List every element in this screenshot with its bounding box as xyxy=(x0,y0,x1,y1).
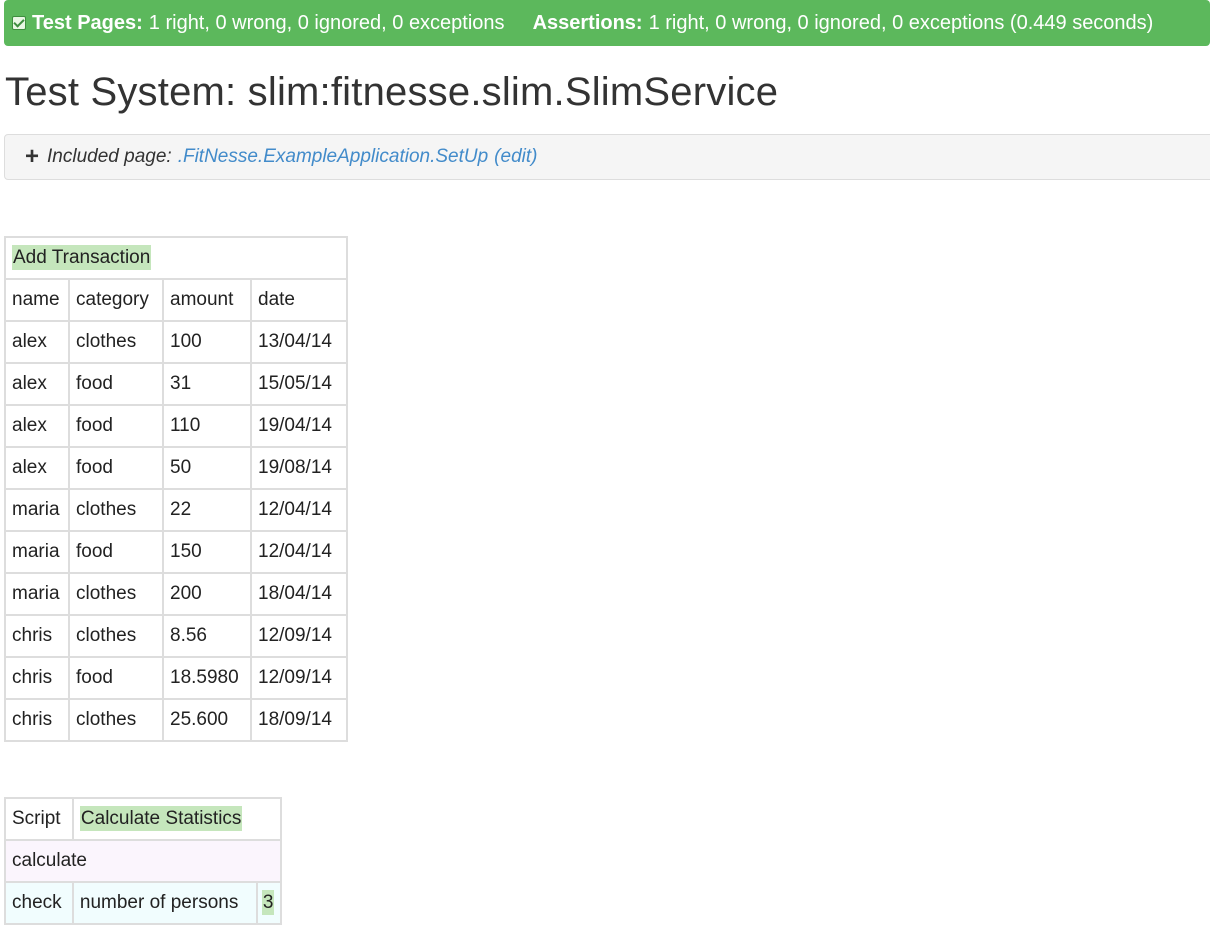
add-transaction-table: Add Transaction name category amount dat… xyxy=(4,236,348,742)
table-title-row: Add Transaction xyxy=(4,236,348,280)
edit-link[interactable]: (edit) xyxy=(494,146,537,168)
table-cell: clothes xyxy=(68,488,164,532)
table-cell: 19/08/14 xyxy=(250,446,348,490)
column-header: name xyxy=(4,278,70,322)
table-cell: food xyxy=(68,656,164,700)
table-cell: chris xyxy=(4,698,70,742)
assertions-label: Assertions: xyxy=(532,11,643,34)
test-pages-value: 1 right, 0 wrong, 0 ignored, 0 exception… xyxy=(148,11,505,34)
script-action: calculate xyxy=(4,839,282,883)
table-cell: 8.56 xyxy=(162,614,252,658)
script-table: Script Calculate Statistics calculate ch… xyxy=(4,797,283,925)
test-summary-bar: Test Pages: 1 right, 0 wrong, 0 ignored,… xyxy=(4,0,1210,46)
assertions-value: 1 right, 0 wrong, 0 ignored, 0 exception… xyxy=(648,11,1154,34)
table-cell: 18/09/14 xyxy=(250,698,348,742)
table-row: chris food 18.5980 12/09/14 xyxy=(4,656,348,700)
table-row: maria clothes 22 12/04/14 xyxy=(4,488,348,532)
assertions-summary: Assertions: 1 right, 0 wrong, 0 ignored,… xyxy=(533,12,1154,35)
table-cell: 18/04/14 xyxy=(250,572,348,616)
table-cell: food xyxy=(68,404,164,448)
column-header: amount xyxy=(162,278,252,322)
table-cell: 50 xyxy=(162,446,252,490)
test-pages-label: Test Pages: xyxy=(32,11,143,34)
fixture-name: Add Transaction xyxy=(12,245,152,270)
table-cell: maria xyxy=(4,530,70,574)
table-cell: 22 xyxy=(162,488,252,532)
table-cell: 12/04/14 xyxy=(250,530,348,574)
table-cell: 200 xyxy=(162,572,252,616)
table-row: maria clothes 200 18/04/14 xyxy=(4,572,348,616)
table-title-cell: Add Transaction xyxy=(4,236,348,280)
script-title-row: Script Calculate Statistics xyxy=(4,797,283,841)
table-cell: 100 xyxy=(162,320,252,364)
included-page-link[interactable]: .FitNesse.ExampleApplication.SetUp xyxy=(178,146,488,168)
table-row: chris clothes 25.600 18/09/14 xyxy=(4,698,348,742)
table-cell: clothes xyxy=(68,698,164,742)
column-header: category xyxy=(68,278,164,322)
check-label: number of persons xyxy=(71,881,258,925)
test-pages-summary: Test Pages: 1 right, 0 wrong, 0 ignored,… xyxy=(12,12,505,35)
table-cell: clothes xyxy=(68,320,164,364)
table-row: alex food 31 15/05/14 xyxy=(4,362,348,406)
table-row: alex food 110 19/04/14 xyxy=(4,404,348,448)
script-name-cell: Calculate Statistics xyxy=(71,797,283,841)
check-value: 3 xyxy=(261,890,275,915)
checkbox-icon xyxy=(12,16,26,30)
table-cell: food xyxy=(68,446,164,490)
table-cell: 19/04/14 xyxy=(250,404,348,448)
table-cell: 31 xyxy=(162,362,252,406)
table-cell: chris xyxy=(4,656,70,700)
expand-plus-icon[interactable]: + xyxy=(25,145,39,169)
page-title: Test System: slim:fitnesse.slim.SlimServ… xyxy=(5,70,779,114)
table-cell: 150 xyxy=(162,530,252,574)
table-cell: alex xyxy=(4,404,70,448)
table-header-row: name category amount date xyxy=(4,278,348,322)
script-action-row: calculate xyxy=(4,839,282,883)
check-keyword: check xyxy=(4,881,74,925)
table-cell: 13/04/14 xyxy=(250,320,348,364)
table-cell: 12/04/14 xyxy=(250,488,348,532)
table-cell: 18.5980 xyxy=(162,656,252,700)
table-cell: alex xyxy=(4,362,70,406)
table-cell: chris xyxy=(4,614,70,658)
table-cell: food xyxy=(68,530,164,574)
table-row: chris clothes 8.56 12/09/14 xyxy=(4,614,348,658)
table-row: maria food 150 12/04/14 xyxy=(4,530,348,574)
table-cell: maria xyxy=(4,488,70,532)
table-cell: 110 xyxy=(162,404,252,448)
included-page-prefix: Included page: xyxy=(47,146,172,167)
column-header: date xyxy=(250,278,348,322)
script-name: Calculate Statistics xyxy=(79,806,243,831)
table-cell: 12/09/14 xyxy=(250,614,348,658)
table-cell: 25.600 xyxy=(162,698,252,742)
table-cell: maria xyxy=(4,572,70,616)
table-cell: 15/05/14 xyxy=(250,362,348,406)
script-keyword: Script xyxy=(4,797,74,841)
table-row: alex food 50 19/08/14 xyxy=(4,446,348,490)
check-value-cell: 3 xyxy=(255,881,283,925)
script-check-row: check number of persons 3 xyxy=(4,881,283,925)
table-cell: clothes xyxy=(68,614,164,658)
table-cell: alex xyxy=(4,446,70,490)
included-page-bar[interactable]: + Included page: .FitNesse.ExampleApplic… xyxy=(4,134,1210,180)
table-cell: food xyxy=(68,362,164,406)
table-cell: alex xyxy=(4,320,70,364)
table-cell: 12/09/14 xyxy=(250,656,348,700)
table-cell: clothes xyxy=(68,572,164,616)
table-row: alex clothes 100 13/04/14 xyxy=(4,320,348,364)
